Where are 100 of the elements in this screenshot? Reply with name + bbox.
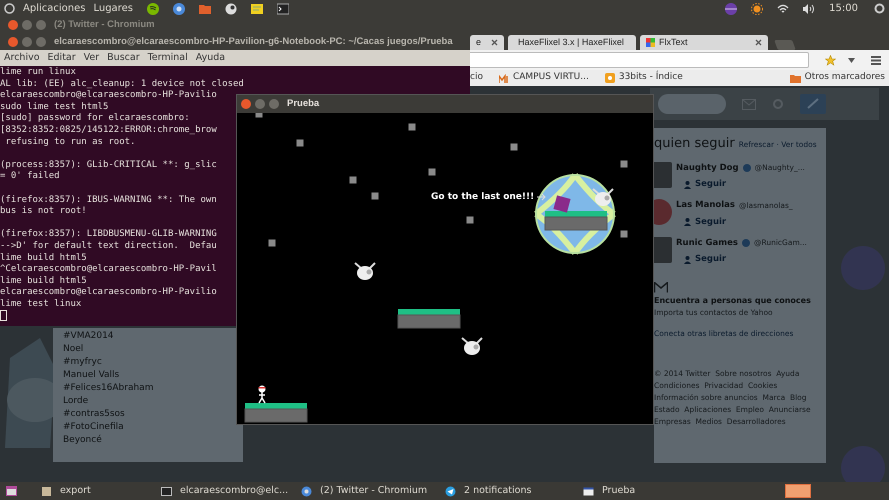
menu-item[interactable]: Ayuda xyxy=(196,50,226,66)
window-icon xyxy=(583,486,594,496)
stone-block xyxy=(620,160,628,168)
window-title: (2) Twitter - Chromium xyxy=(54,18,155,32)
goat-enemy xyxy=(461,337,483,355)
terminal-line: = 0' failed xyxy=(0,171,60,183)
panel-menu[interactable]: Lugares xyxy=(93,1,133,16)
compose-icon[interactable] xyxy=(800,94,826,114)
menu-item[interactable]: Archivo xyxy=(4,50,40,66)
stone-block xyxy=(268,240,276,246)
maximize-button[interactable] xyxy=(269,99,279,109)
globe-icon[interactable] xyxy=(172,2,185,14)
mail-icon xyxy=(654,282,668,293)
person-icon xyxy=(684,218,691,226)
browser-tab[interactable]: HaxeFlixel 3.x | HaxeFlixel xyxy=(508,35,636,50)
bookmark[interactable]: cio xyxy=(470,71,483,85)
terminal-line: elcaraescombro@elcaraescombro-HP-Pavilio xyxy=(0,287,217,299)
note-icon[interactable] xyxy=(250,2,263,14)
platform xyxy=(544,211,608,230)
window-title: elcaraescombro@elcaraescombro-HP-Pavilion-g6-Notebook-PC: ~/Cacas juegos/Prueba xyxy=(54,34,453,49)
browser-tab[interactable]: e xyxy=(470,35,504,50)
menu-item[interactable]: Buscar xyxy=(107,50,140,66)
wifi-icon[interactable] xyxy=(777,2,790,14)
trend-link[interactable]: Noel xyxy=(63,343,233,356)
puzzle-icon xyxy=(604,73,615,83)
game-message: Go to the last one!!! xyxy=(431,191,534,204)
close-icon[interactable] xyxy=(755,39,762,46)
terminal-line: lime build html5 xyxy=(0,252,87,264)
desktop-icon[interactable] xyxy=(6,486,17,496)
ubuntu-logo-icon[interactable] xyxy=(4,3,15,14)
goat-enemy xyxy=(592,188,614,206)
terminal-cursor[interactable] xyxy=(0,310,7,322)
trend-link[interactable]: #myfryc xyxy=(63,356,233,369)
star-icon[interactable] xyxy=(825,54,836,66)
minimize-button[interactable] xyxy=(255,99,265,109)
trend-link[interactable]: #Felices16Abraham xyxy=(63,382,233,395)
taskbar-item[interactable]: 2 notifications xyxy=(441,482,579,500)
stone-block xyxy=(372,192,378,200)
address-field[interactable] xyxy=(468,52,809,68)
close-button[interactable] xyxy=(241,99,251,109)
follow-button[interactable]: Seguir xyxy=(684,178,805,191)
terminal-line: lime build html5 xyxy=(0,276,87,287)
caret-icon[interactable] xyxy=(848,58,855,62)
platform xyxy=(398,309,460,328)
trend-link[interactable]: Beyoncé xyxy=(63,434,233,447)
stone-block xyxy=(620,230,628,238)
terminal-line: refusing to run as root. xyxy=(4,136,136,148)
folder-icon[interactable] xyxy=(198,2,211,14)
follow-button[interactable]: Seguir xyxy=(684,253,807,266)
globe-icon[interactable] xyxy=(725,2,738,14)
crate xyxy=(553,195,571,213)
bookmark[interactable]: Otros marcadores xyxy=(790,71,885,85)
search-field[interactable] xyxy=(658,94,726,114)
terminal-icon[interactable] xyxy=(276,2,289,14)
stone-block xyxy=(350,176,356,184)
terminal-line: bus is not root! xyxy=(0,206,87,218)
globe-icon xyxy=(301,486,312,496)
account-name[interactable]: Naughty Dog xyxy=(676,162,739,174)
follow-button[interactable]: Seguir xyxy=(684,216,793,228)
close-icon[interactable] xyxy=(491,39,498,46)
terminal-line: lime run linux xyxy=(0,67,76,79)
taskbar-item[interactable]: Prueba xyxy=(579,482,689,500)
terminal-line: AL lib: (EE) alc_cleanup: 1 device not closed xyxy=(0,78,244,90)
person-icon xyxy=(684,256,691,264)
colorful-logo-icon xyxy=(646,38,655,47)
clock[interactable]: 15:00 xyxy=(829,1,858,16)
trend-link[interactable]: Manuel Valls xyxy=(63,369,233,382)
trend-link[interactable]: #contras5sos xyxy=(63,408,233,421)
player-character xyxy=(258,386,266,404)
menu-item[interactable]: Ver xyxy=(84,50,100,66)
bookmark[interactable]: CAMPUS VIRTU... xyxy=(498,71,589,85)
person-icon xyxy=(684,180,691,189)
sun-icon[interactable] xyxy=(751,2,764,14)
taskbar-item[interactable]: (2) Twitter - Chromium xyxy=(297,482,441,500)
stone-block xyxy=(466,216,474,224)
taskbar-item[interactable]: export xyxy=(37,482,157,500)
bookmark[interactable]: 33bits - Índice xyxy=(604,71,683,85)
account-name[interactable]: Las Manolas xyxy=(676,199,735,212)
terminal-line: -->D' for default text direction. Defau xyxy=(0,240,217,252)
music-app-icon[interactable] xyxy=(146,2,159,14)
workspace-switcher[interactable] xyxy=(785,484,811,498)
trend-link[interactable]: Lorde xyxy=(63,395,233,408)
terminal-line: (process:8357): GLib-CRITICAL **: g_slic xyxy=(0,160,217,171)
stone-block xyxy=(408,124,416,130)
platform xyxy=(244,403,308,422)
trend-link[interactable]: #VMA2014 xyxy=(63,330,233,343)
new-tab-button[interactable] xyxy=(774,40,796,50)
menu-item[interactable]: Terminal xyxy=(148,50,188,66)
terminal-line: (firefox:8357): IBUS-WARNING **: The own xyxy=(0,194,217,206)
taskbar-item[interactable]: elcaraescombro@elc... xyxy=(157,482,297,500)
menu-icon[interactable] xyxy=(871,56,881,64)
account-name[interactable]: Runic Games xyxy=(676,236,738,250)
browser-tab[interactable]: FlxText xyxy=(640,35,768,50)
goat-enemy xyxy=(354,262,376,280)
menu-item[interactable]: Editar xyxy=(48,50,76,66)
panel-menu[interactable]: Aplicaciones xyxy=(23,1,86,16)
terminal-line: [8352:8352:0825/145122:ERROR:chrome_brow xyxy=(0,124,217,137)
terminal-line: (firefox:8357): LIBDBUSMENU-GLIB-WARNING xyxy=(0,229,217,241)
trend-link[interactable]: #FotoCinefila xyxy=(63,421,233,434)
volume-icon[interactable] xyxy=(803,2,816,14)
